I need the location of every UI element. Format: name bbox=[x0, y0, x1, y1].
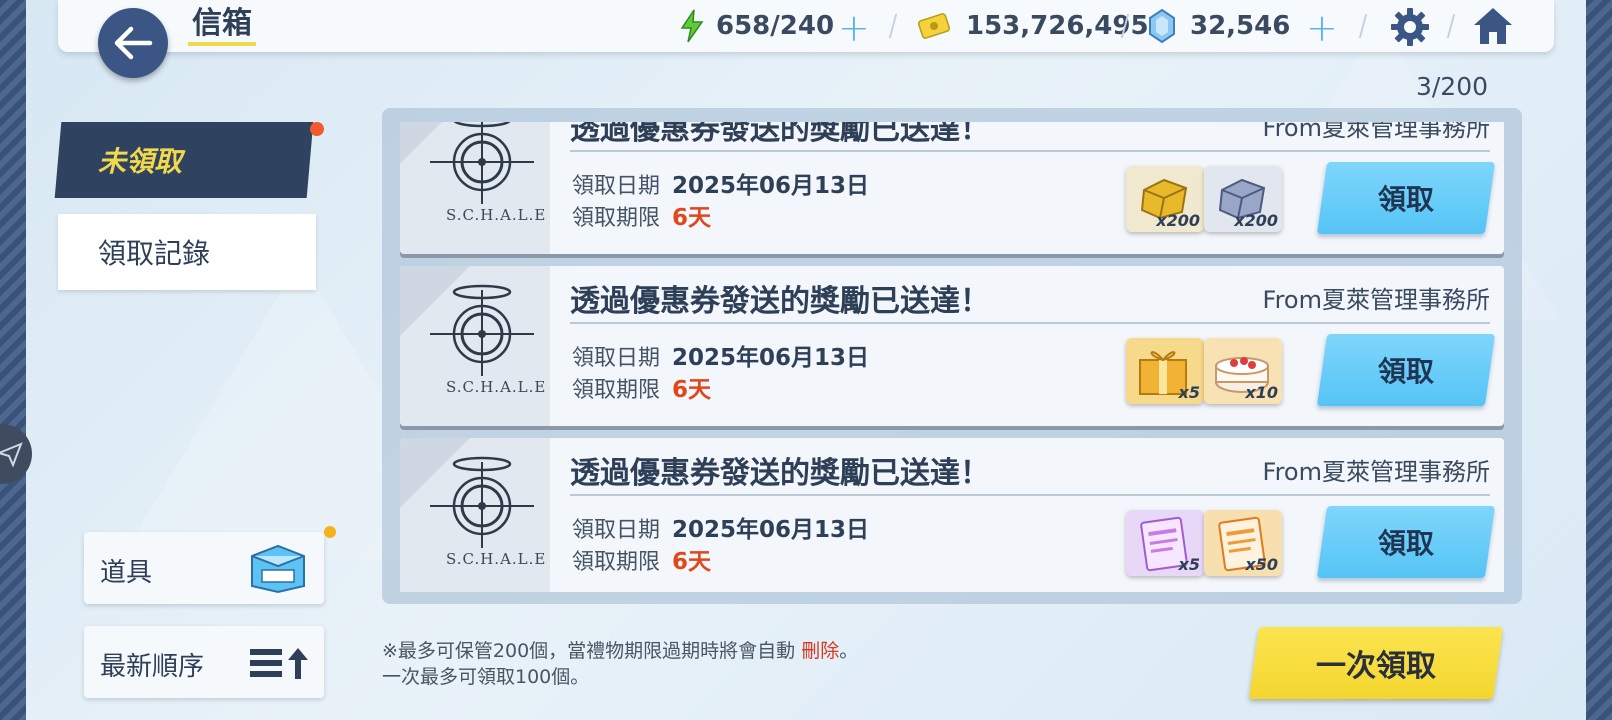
schale-emblem-icon bbox=[430, 122, 534, 204]
mail-count: 3/200 bbox=[1415, 72, 1488, 101]
claim-date-label: 領取日期 bbox=[572, 518, 661, 543]
items-button[interactable]: 道具 bbox=[84, 532, 324, 604]
reward-quantity: x200 bbox=[1234, 211, 1278, 230]
claim-button[interactable]: 領取 bbox=[1316, 334, 1496, 406]
reward-item[interactable]: x10 bbox=[1204, 338, 1282, 404]
mail-item[interactable]: S.C.H.A.L.E 透過優惠券發送的獎勵已送達！ From夏萊管理事務所領取日期… bbox=[400, 122, 1504, 254]
expiry-value: 6天 bbox=[672, 205, 712, 231]
lightning-icon bbox=[680, 9, 704, 43]
sender-logo: S.C.H.A.L.E bbox=[400, 266, 550, 426]
reward-quantity: x10 bbox=[1245, 383, 1278, 402]
home-icon bbox=[1474, 8, 1512, 44]
gear-icon bbox=[1391, 8, 1429, 46]
mail-sender: From夏萊管理事務所 bbox=[1262, 458, 1490, 486]
pyroxene-value: 32,546 bbox=[1190, 11, 1291, 41]
add-stamina-button[interactable]: + bbox=[838, 9, 870, 47]
notification-dot bbox=[310, 122, 324, 136]
items-button-label: 道具 bbox=[100, 558, 153, 588]
mail-title: 透過優惠券發送的獎勵已送達！ bbox=[570, 456, 990, 491]
delete-warning-text: 刪除 bbox=[801, 640, 840, 662]
claim-date: 2025年06月13日 bbox=[672, 345, 870, 371]
expiry-value: 6天 bbox=[672, 377, 712, 403]
expiry-label: 領取期限 bbox=[572, 550, 661, 575]
credits-display: 153,726,495 bbox=[918, 8, 1149, 44]
sender-logo-text: S.C.H.A.L.E bbox=[446, 550, 547, 568]
claim-button-label: 領取 bbox=[1377, 527, 1434, 560]
left-border-decoration bbox=[0, 0, 26, 720]
claim-date: 2025年06月13日 bbox=[672, 517, 870, 543]
claim-all-button[interactable]: 一次領取 bbox=[1248, 627, 1504, 699]
mail-item[interactable]: S.C.H.A.L.E 透過優惠券發送的獎勵已送達！ From夏萊管理事務所領取日期… bbox=[400, 266, 1504, 426]
reward-item[interactable]: x5 bbox=[1126, 338, 1204, 404]
reward-quantity: x5 bbox=[1178, 555, 1200, 574]
reward-quantity: x50 bbox=[1245, 555, 1278, 574]
reward-item[interactable]: x5 bbox=[1126, 510, 1204, 576]
paper-plane-icon bbox=[0, 442, 23, 467]
sort-button[interactable]: 最新順序 bbox=[84, 626, 324, 698]
notification-dot bbox=[324, 526, 336, 538]
claim-limit-note: 一次最多可領取100個。 bbox=[382, 666, 590, 688]
page-title: 信箱 bbox=[188, 6, 256, 46]
mail-item[interactable]: S.C.H.A.L.E 透過優惠券發送的獎勵已送達！ From夏萊管理事務所領取日期… bbox=[400, 438, 1504, 592]
reward-quantity: x200 bbox=[1156, 211, 1200, 230]
storage-note-suffix: 。 bbox=[839, 640, 859, 662]
credit-card-icon bbox=[918, 13, 951, 39]
sender-logo-text: S.C.H.A.L.E bbox=[446, 378, 547, 396]
back-button[interactable] bbox=[98, 8, 168, 78]
reward-item[interactable]: x50 bbox=[1204, 510, 1282, 576]
reward-item[interactable]: x200 bbox=[1204, 166, 1282, 232]
claim-all-label: 一次領取 bbox=[1316, 649, 1436, 684]
sender-logo: S.C.H.A.L.E bbox=[400, 438, 550, 592]
add-pyroxene-button[interactable]: + bbox=[1306, 9, 1338, 47]
stamina-value: 658/240 bbox=[716, 11, 835, 41]
schale-emblem-icon bbox=[430, 284, 534, 376]
claim-button-label: 領取 bbox=[1377, 183, 1434, 216]
divider bbox=[570, 150, 1490, 152]
schale-emblem-icon bbox=[430, 456, 534, 548]
back-arrow-icon bbox=[114, 26, 153, 60]
expiry-label: 領取期限 bbox=[572, 206, 661, 231]
tab-unclaimed-label: 未領取 bbox=[98, 145, 183, 178]
pyroxene-gem-icon bbox=[1149, 9, 1175, 43]
mail-list[interactable]: S.C.H.A.L.E 透過優惠券發送的獎勵已送達！ From夏萊管理事務所 領取日期… bbox=[400, 122, 1504, 592]
floating-side-button[interactable] bbox=[0, 424, 32, 484]
claim-button[interactable]: 領取 bbox=[1316, 162, 1496, 234]
mail-title: 透過優惠券發送的獎勵已送達！ bbox=[570, 284, 990, 319]
divider bbox=[570, 494, 1490, 496]
stamina-display: 658/240 bbox=[680, 8, 834, 44]
claim-date: 2025年06月13日 bbox=[672, 173, 870, 199]
claim-button-label: 領取 bbox=[1377, 355, 1434, 388]
storage-note-text: ※最多可保管200個，當禮物期限過期時將會自動 bbox=[382, 640, 796, 662]
right-border-decoration bbox=[1586, 0, 1612, 720]
mail-sender: From夏萊管理事務所 bbox=[1262, 122, 1490, 142]
expiry-label: 領取期限 bbox=[572, 378, 661, 403]
reward-quantity: x5 bbox=[1178, 383, 1200, 402]
pyroxene-display: 32,546 bbox=[1148, 8, 1290, 44]
sort-order-icon bbox=[250, 648, 308, 679]
home-button[interactable] bbox=[1472, 6, 1514, 50]
reward-item[interactable]: x200 bbox=[1126, 166, 1204, 232]
claim-date-label: 領取日期 bbox=[572, 346, 661, 371]
mail-title: 透過優惠券發送的獎勵已送達！ bbox=[570, 122, 990, 147]
storage-note: ※最多可保管200個，當禮物期限過期時將會自動 刪除。 bbox=[382, 636, 858, 663]
mail-sender: From夏萊管理事務所 bbox=[1262, 286, 1490, 314]
item-box-icon bbox=[251, 544, 305, 594]
sort-button-label: 最新順序 bbox=[100, 652, 205, 682]
expiry-value: 6天 bbox=[672, 549, 712, 575]
tab-claim-history-label: 領取記錄 bbox=[98, 237, 211, 270]
tab-unclaimed[interactable] bbox=[54, 122, 314, 198]
claim-button[interactable]: 領取 bbox=[1316, 506, 1496, 578]
claim-date-label: 領取日期 bbox=[572, 174, 661, 199]
settings-button[interactable] bbox=[1390, 7, 1430, 51]
sender-logo-text: S.C.H.A.L.E bbox=[446, 206, 547, 224]
sender-logo: S.C.H.A.L.E bbox=[400, 122, 550, 254]
divider bbox=[570, 322, 1490, 324]
